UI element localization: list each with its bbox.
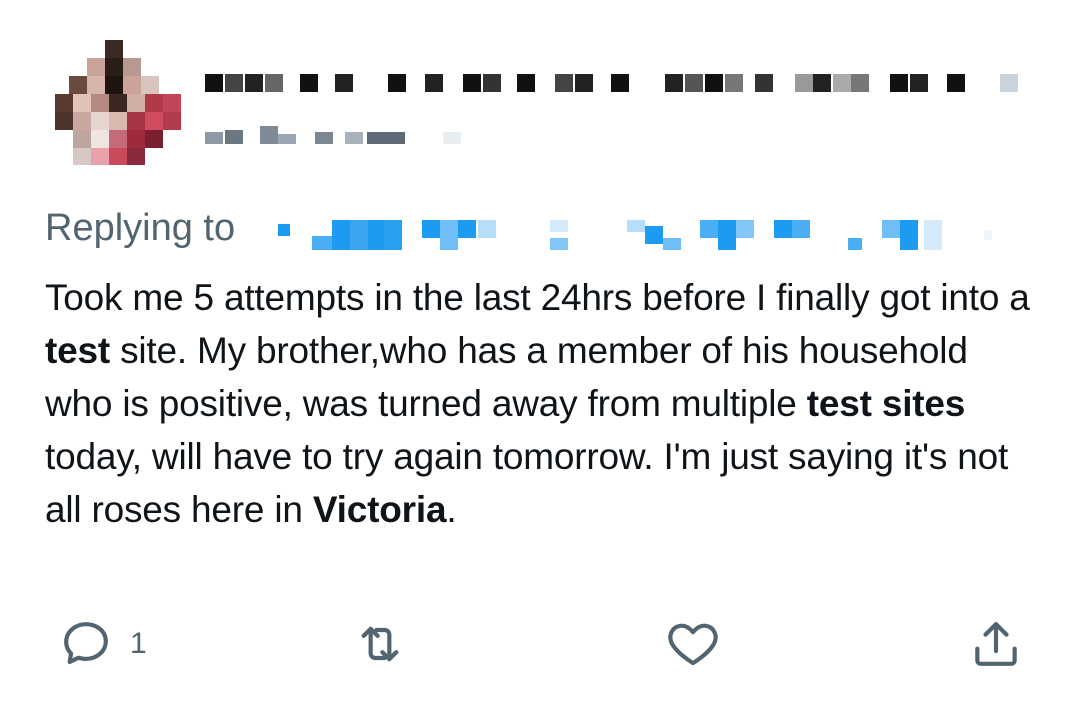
- tweet-text-segment: today, will have to try again tomorrow. …: [45, 436, 1009, 530]
- share-button[interactable]: [968, 612, 1024, 676]
- tweet-text-bold: test: [45, 330, 110, 371]
- tweet-text-bold: test sites: [806, 383, 966, 424]
- redaction-pixels: [205, 74, 1018, 92]
- avatar-pixelated-image: [55, 40, 181, 165]
- tweet-text-segment: .: [446, 489, 457, 530]
- tweet-text-bold: Victoria: [312, 489, 447, 530]
- replying-to-label: Replying to: [45, 206, 236, 249]
- tweet-text: Took me 5 attempts in the last 24hrs bef…: [45, 271, 1045, 536]
- avatar[interactable]: [55, 40, 185, 165]
- tweet: Replying to Took me 5 attempts in the la…: [0, 0, 1080, 711]
- display-name-redacted[interactable]: [205, 74, 1025, 92]
- like-button[interactable]: [665, 612, 721, 676]
- redaction-pixels: [278, 220, 992, 250]
- tweet-text-segment: Took me 5 attempts in the last 24hrs bef…: [45, 277, 1030, 318]
- comment-icon: [64, 622, 108, 665]
- share-icon: [975, 622, 1017, 666]
- replying-to: Replying to: [45, 203, 235, 253]
- replying-to-handle-redacted[interactable]: [272, 214, 992, 260]
- redaction-pixels: [205, 126, 461, 144]
- tweet-actions: 1: [0, 612, 1080, 676]
- reply-count: 1: [130, 627, 147, 660]
- retweet-icon: [361, 626, 399, 662]
- username-redacted[interactable]: [205, 126, 465, 144]
- heart-icon: [668, 623, 718, 666]
- retweet-button[interactable]: [352, 612, 408, 676]
- reply-button[interactable]: 1: [58, 612, 147, 676]
